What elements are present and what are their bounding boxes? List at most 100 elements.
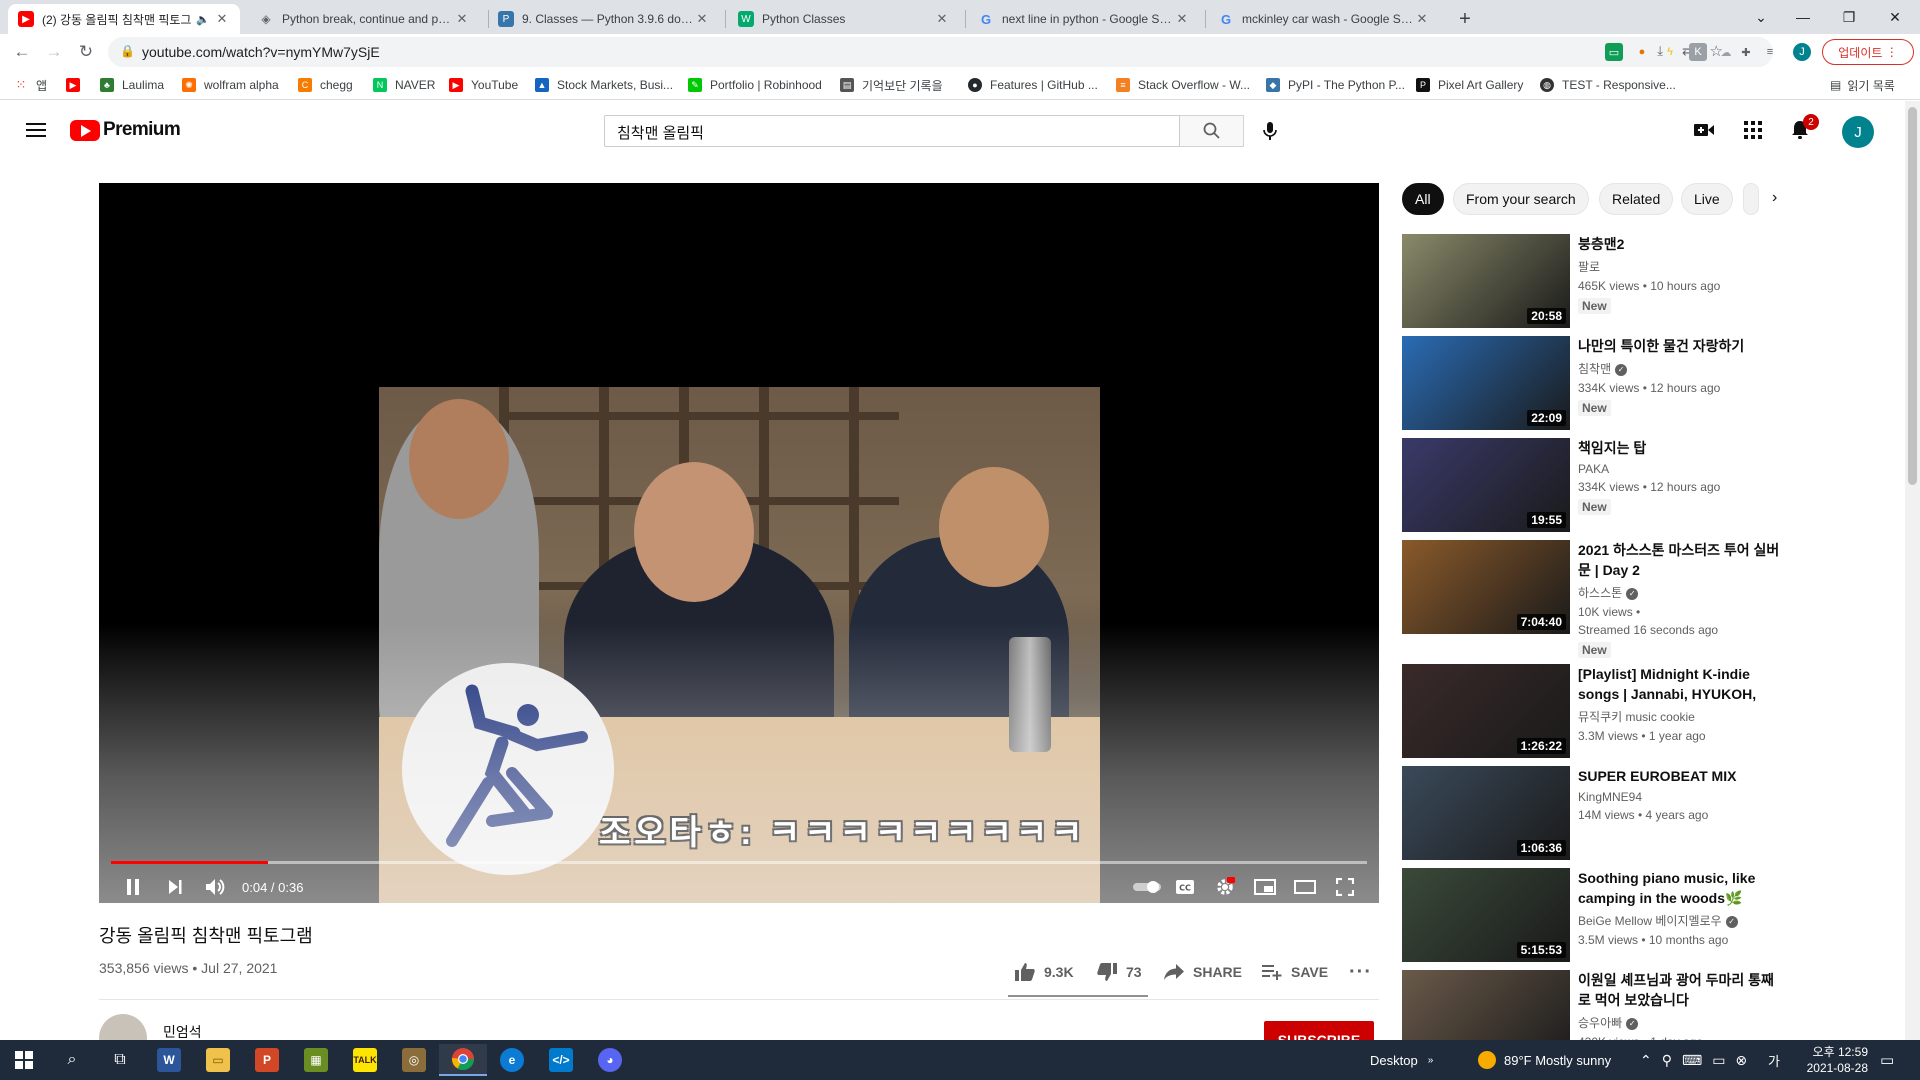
next-icon[interactable]: [161, 873, 189, 901]
desktop-toolbar[interactable]: Desktop »: [1370, 1040, 1433, 1080]
progress-bar[interactable]: [111, 861, 1367, 864]
chip-partial[interactable]: [1743, 183, 1759, 215]
video-thumbnail[interactable]: 1:26:22: [1402, 664, 1570, 758]
url-text[interactable]: youtube.com/watch?v=nymYMw7ySjE: [142, 44, 380, 60]
extension-cloud-icon[interactable]: ☁: [1717, 43, 1735, 61]
search-button[interactable]: [1180, 115, 1244, 147]
share-button[interactable]: SHARE: [1163, 960, 1242, 984]
chevron-right-icon[interactable]: ›: [1772, 189, 1777, 207]
close-tab-icon[interactable]: ✕: [1174, 11, 1190, 27]
recommendation-item[interactable]: 1:26:22 [Playlist] Midnight K-indie songs…: [1402, 664, 1782, 760]
tab-python-docs[interactable]: P 9. Classes — Python 3.9.6 docum ✕: [488, 4, 720, 34]
address-bar[interactable]: 🔒 youtube.com/watch?v=nymYMw7ySjE ⤓ ⇄ ☆: [108, 37, 1773, 67]
discord-icon[interactable]: ◕: [586, 1044, 634, 1076]
chrome-icon[interactable]: [439, 1044, 487, 1076]
recommendation-item[interactable]: 20:58 붕층맨2 팔로 465K views • 10 hours ago New: [1402, 234, 1782, 330]
chip-live[interactable]: Live: [1681, 183, 1733, 215]
bookmark-youtube-icon-only[interactable]: ▶: [66, 76, 88, 94]
tab-python-classes[interactable]: W Python Classes ✕: [728, 4, 960, 34]
scrollbar-thumb[interactable]: [1908, 107, 1917, 485]
recommendation-channel[interactable]: BeiGe Mellow 베이지멜로우 ✓: [1578, 912, 1782, 929]
recommendation-item[interactable]: 5:15:53 Soothing piano music, like campin…: [1402, 868, 1782, 964]
tab-google-car-wash[interactable]: G mckinley car wash - Google Sear ✕: [1208, 4, 1440, 34]
vscode-icon[interactable]: </>: [537, 1044, 585, 1076]
recommendation-item[interactable]: 22:09 나만의 특이한 물건 자랑하기 침착맨 ✓ 334K views • 12 …: [1402, 336, 1782, 432]
recommendation-channel[interactable]: 팔로: [1578, 258, 1782, 275]
bookmark-apps[interactable]: ⁙ 앱: [14, 76, 48, 94]
recommendation-channel[interactable]: 하스스톤 ✓: [1578, 584, 1782, 601]
recommendation-title[interactable]: SUPER EUROBEAT MIX: [1578, 766, 1782, 786]
forward-icon[interactable]: →: [40, 38, 68, 66]
video-thumbnail[interactable]: 22:09: [1402, 336, 1570, 430]
reading-list[interactable]: ▤ 읽기 목록: [1830, 76, 1895, 94]
hamburger-menu-icon[interactable]: [24, 118, 48, 142]
recommendation-title[interactable]: 2021 하스스톤 마스터즈 투어 실버문 | Day 2: [1578, 540, 1782, 580]
chip-from-your-search[interactable]: From your search: [1453, 183, 1589, 215]
bookmark-youtube[interactable]: ▶ YouTube: [449, 76, 518, 94]
windows-start-icon[interactable]: [0, 1044, 48, 1076]
dislike-button[interactable]: 73: [1096, 960, 1142, 984]
chip-all[interactable]: All: [1402, 183, 1444, 215]
profile-avatar-icon[interactable]: J: [1793, 43, 1811, 61]
like-button[interactable]: 9.3K: [1014, 960, 1074, 984]
search-input[interactable]: 침착맨 올림픽: [604, 115, 1180, 147]
youtube-premium-logo[interactable]: Premium: [70, 119, 181, 141]
recommendation-channel[interactable]: KingMNE94: [1578, 790, 1782, 804]
account-avatar[interactable]: J: [1842, 116, 1874, 148]
kakaotalk-icon[interactable]: TALK: [341, 1044, 389, 1076]
media-control-icon[interactable]: ≡: [1761, 43, 1779, 61]
tab-youtube-active[interactable]: ▶ (2) 강동 올림픽 침착맨 픽토그 🔈 ✕: [8, 4, 240, 34]
video-player[interactable]: 조오타ㅎ: ㅋㅋㅋㅋㅋㅋㅋㅋㅋ 0:04 / 0:36 CC: [99, 183, 1379, 903]
bookmark-laulima[interactable]: ♣ Laulima: [100, 76, 164, 94]
bookmark-stackoverflow[interactable]: ≡ Stack Overflow - W...: [1116, 76, 1250, 94]
lock-icon[interactable]: 🔒: [120, 44, 135, 58]
bookmark-pypi[interactable]: ◆ PyPI - The Python P...: [1266, 76, 1405, 94]
create-video-icon[interactable]: [1692, 118, 1716, 142]
taskbar-search-icon[interactable]: ⌕: [48, 1044, 96, 1076]
close-tab-icon[interactable]: ✕: [934, 11, 950, 27]
task-view-icon[interactable]: ⧉: [96, 1044, 144, 1076]
back-icon[interactable]: ←: [8, 38, 36, 66]
extension-green-icon[interactable]: ▭: [1605, 43, 1623, 61]
apps-grid-icon[interactable]: [1741, 118, 1765, 142]
action-center-icon[interactable]: ▭: [1880, 1040, 1894, 1080]
bookmark-github[interactable]: ● Features | GitHub ...: [968, 76, 1098, 94]
voice-search-button[interactable]: [1254, 115, 1286, 147]
bookmark-test-responsive[interactable]: ◍ TEST - Responsive...: [1540, 76, 1676, 94]
more-actions-icon[interactable]: ···: [1349, 960, 1372, 984]
edge-icon[interactable]: e: [488, 1044, 536, 1076]
tab-google-next-line[interactable]: G next line in python - Google Sear ✕: [968, 4, 1200, 34]
recommendation-channel[interactable]: 뮤직쿠키 music cookie: [1578, 708, 1782, 725]
channel-name[interactable]: 민엄석: [163, 1022, 202, 1042]
video-thumbnail[interactable]: 20:58: [1402, 234, 1570, 328]
settings-gear-icon[interactable]: [1211, 873, 1239, 901]
recommendation-channel[interactable]: 침착맨 ✓: [1578, 360, 1782, 377]
autoplay-toggle[interactable]: [1129, 873, 1165, 901]
page-scrollbar[interactable]: [1905, 101, 1920, 1040]
recommendation-title[interactable]: 나만의 특이한 물건 자랑하기: [1578, 336, 1782, 356]
recommendation-title[interactable]: 이원일 셰프님과 광어 두마리 통째로 먹어 보았습니다: [1578, 970, 1782, 1010]
powerpoint-icon[interactable]: P: [243, 1044, 291, 1076]
recommendation-title[interactable]: 책임지는 탑: [1578, 438, 1782, 458]
recommendation-item[interactable]: 1:06:36 SUPER EUROBEAT MIX KingMNE94 14M vi…: [1402, 766, 1782, 862]
bookmark-stock-markets[interactable]: ▲ Stock Markets, Busi...: [535, 76, 673, 94]
volume-icon[interactable]: [202, 873, 230, 901]
bookmark-blog[interactable]: ▤ 기억보단 기록을: [840, 76, 943, 94]
system-tray-icons[interactable]: ⌃⚲⌨▭⊗: [1640, 1040, 1757, 1080]
bookmark-pixel-art[interactable]: P Pixel Art Gallery: [1416, 76, 1523, 94]
video-thumbnail[interactable]: 5:15:53: [1402, 868, 1570, 962]
fullscreen-icon[interactable]: [1331, 873, 1359, 901]
spreadsheet-app-icon[interactable]: ▦: [292, 1044, 340, 1076]
minimize-icon[interactable]: —: [1780, 0, 1826, 34]
save-button[interactable]: SAVE: [1261, 960, 1328, 984]
reload-icon[interactable]: ↻: [72, 38, 100, 66]
recommendation-title[interactable]: [Playlist] Midnight K-indie songs | Jann…: [1578, 664, 1782, 704]
close-window-icon[interactable]: ✕: [1872, 0, 1918, 34]
recommendation-item[interactable]: 7:04:40 2021 하스스톤 마스터즈 투어 실버문 | Day 2 하스스톤…: [1402, 540, 1782, 658]
video-thumbnail[interactable]: 7:04:40: [1402, 540, 1570, 634]
pause-icon[interactable]: [119, 873, 147, 901]
bookmark-robinhood[interactable]: ✎ Portfolio | Robinhood: [688, 76, 822, 94]
word-icon[interactable]: W: [145, 1044, 193, 1076]
new-tab-button[interactable]: +: [1448, 4, 1482, 34]
bookmark-naver[interactable]: N NAVER: [373, 76, 435, 94]
